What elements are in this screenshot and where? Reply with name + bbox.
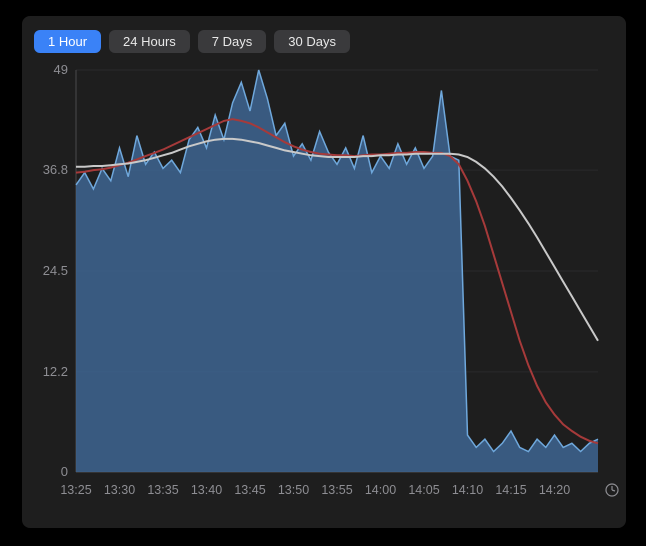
clock-icon	[606, 484, 618, 496]
y-tick-label: 36.8	[43, 162, 68, 177]
range-24-hours[interactable]: 24 Hours	[109, 30, 190, 53]
y-tick-label: 49	[54, 64, 68, 77]
x-tick-label: 14:00	[365, 483, 396, 497]
range-30-days[interactable]: 30 Days	[274, 30, 350, 53]
time-range-selector: 1 Hour 24 Hours 7 Days 30 Days	[22, 16, 626, 63]
x-tick-label: 13:25	[60, 483, 91, 497]
x-tick-label: 13:35	[147, 483, 178, 497]
x-tick-label: 13:50	[278, 483, 309, 497]
x-tick-label: 13:40	[191, 483, 222, 497]
y-tick-label: 0	[61, 464, 68, 479]
x-tick-label: 13:30	[104, 483, 135, 497]
x-tick-label: 14:05	[408, 483, 439, 497]
x-tick-label: 14:15	[495, 483, 526, 497]
y-tick-label: 24.5	[43, 263, 68, 278]
x-tick-label: 13:45	[234, 483, 265, 497]
x-tick-label: 14:20	[539, 483, 570, 497]
range-1-hour[interactable]: 1 Hour	[34, 30, 101, 53]
x-tick-label: 14:10	[452, 483, 483, 497]
metrics-panel: 1 Hour 24 Hours 7 Days 30 Days 0 12.2 24.5…	[22, 16, 626, 528]
y-tick-label: 12.2	[43, 364, 68, 379]
chart: 0 12.2 24.5 36.8 49 13:25 13:30 13:35 13:40 13:45…	[22, 64, 626, 512]
x-tick-label: 13:55	[321, 483, 352, 497]
range-7-days[interactable]: 7 Days	[198, 30, 266, 53]
